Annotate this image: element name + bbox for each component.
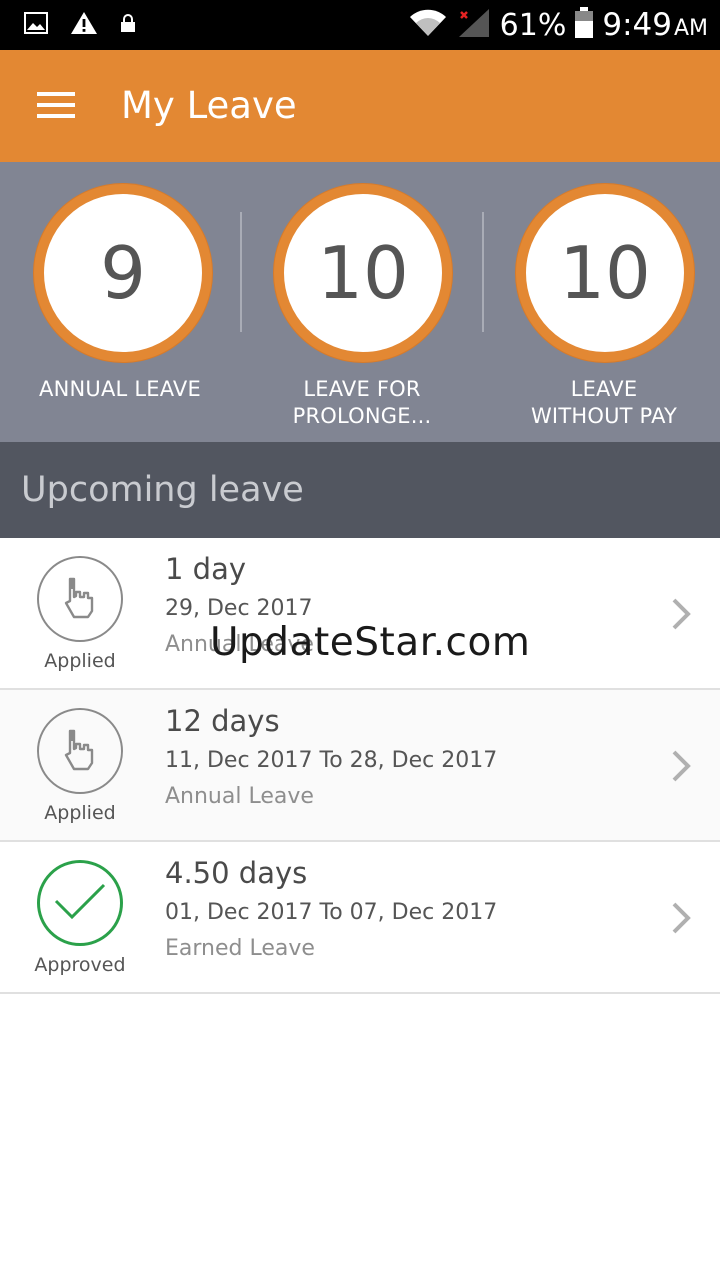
- page-title: My Leave: [121, 84, 297, 127]
- chevron-right-icon: [668, 596, 696, 632]
- balance-label-line2: WITHOUT PAY: [530, 404, 678, 428]
- status-bar-left: [24, 12, 136, 38]
- status-bar-right: 61% 9:49AM: [408, 0, 708, 50]
- balance-leave-for-prolonged[interactable]: 10 LEAVE FOR PROLONGE...: [242, 162, 482, 442]
- balance-ring: 10: [516, 184, 694, 362]
- upcoming-leave-list: Applied 1 day 29, Dec 2017 Annual Leave …: [0, 538, 720, 994]
- leave-balances: 9 ANNUAL LEAVE 10 LEAVE FOR PROLONGE... …: [0, 162, 720, 442]
- warning-icon: [70, 11, 98, 39]
- status-label: Applied: [44, 650, 116, 672]
- balance-label-line1: LEAVE FOR: [303, 377, 421, 401]
- chevron-right-icon: [668, 748, 696, 784]
- watermark: UpdateStar.com: [210, 620, 531, 665]
- menu-button[interactable]: [26, 82, 86, 132]
- leave-duration: 1 day: [165, 552, 247, 586]
- clock-ampm: AM: [673, 16, 708, 41]
- balance-ring: 10: [274, 184, 452, 362]
- hand-pointer-icon: [60, 575, 100, 623]
- clock-time: 9:49: [602, 7, 672, 43]
- leave-dates: 11, Dec 2017 To 28, Dec 2017: [165, 748, 498, 773]
- balance-label: LEAVE FOR PROLONGE...: [242, 376, 482, 430]
- balance-label-line2: PROLONGE...: [292, 404, 432, 428]
- leave-list-item[interactable]: Applied 1 day 29, Dec 2017 Annual Leave: [0, 538, 720, 690]
- status-bar: 61% 9:49AM: [0, 0, 720, 50]
- status-label: Applied: [44, 802, 116, 824]
- leave-type: Annual Leave: [165, 784, 314, 809]
- balance-label: ANNUAL LEAVE: [0, 376, 240, 403]
- clock: 9:49AM: [602, 7, 708, 43]
- balance-leave-without-pay[interactable]: 10 LEAVE WITHOUT PAY: [484, 162, 720, 442]
- chevron-right-icon: [668, 900, 696, 936]
- leave-duration: 12 days: [165, 704, 280, 738]
- leave-type: Earned Leave: [165, 936, 315, 961]
- leave-dates: 01, Dec 2017 To 07, Dec 2017: [165, 900, 498, 925]
- balance-ring: 9: [34, 184, 212, 362]
- lock-icon: [120, 13, 136, 37]
- wifi-icon: [408, 8, 448, 42]
- upcoming-leave-header: Upcoming leave: [0, 442, 720, 538]
- section-title: Upcoming leave: [21, 470, 304, 510]
- battery-percentage: 61%: [499, 7, 567, 43]
- balance-value: 10: [559, 231, 651, 315]
- balance-label-line1: LEAVE: [570, 377, 638, 401]
- balance-value: 10: [317, 231, 409, 315]
- status-icon-applied: [37, 708, 123, 794]
- status-icon-applied: [37, 556, 123, 642]
- status-icon-approved: [37, 860, 123, 946]
- signal-icon: [456, 6, 492, 44]
- status-label: Approved: [34, 954, 126, 976]
- gallery-icon: [24, 12, 48, 38]
- balance-label-line1: ANNUAL LEAVE: [39, 377, 201, 401]
- leave-list-item[interactable]: Approved 4.50 days 01, Dec 2017 To 07, D…: [0, 842, 720, 994]
- check-icon: [52, 881, 108, 925]
- balance-label: LEAVE WITHOUT PAY: [484, 376, 720, 430]
- leave-duration: 4.50 days: [165, 856, 308, 890]
- battery-icon: [574, 7, 594, 43]
- hand-pointer-icon: [60, 727, 100, 775]
- leave-list-item[interactable]: Applied 12 days 11, Dec 2017 To 28, Dec …: [0, 690, 720, 842]
- app-bar: My Leave: [0, 50, 720, 162]
- leave-dates: 29, Dec 2017: [165, 596, 313, 621]
- balance-value: 9: [100, 231, 146, 315]
- balance-annual-leave[interactable]: 9 ANNUAL LEAVE: [0, 162, 240, 442]
